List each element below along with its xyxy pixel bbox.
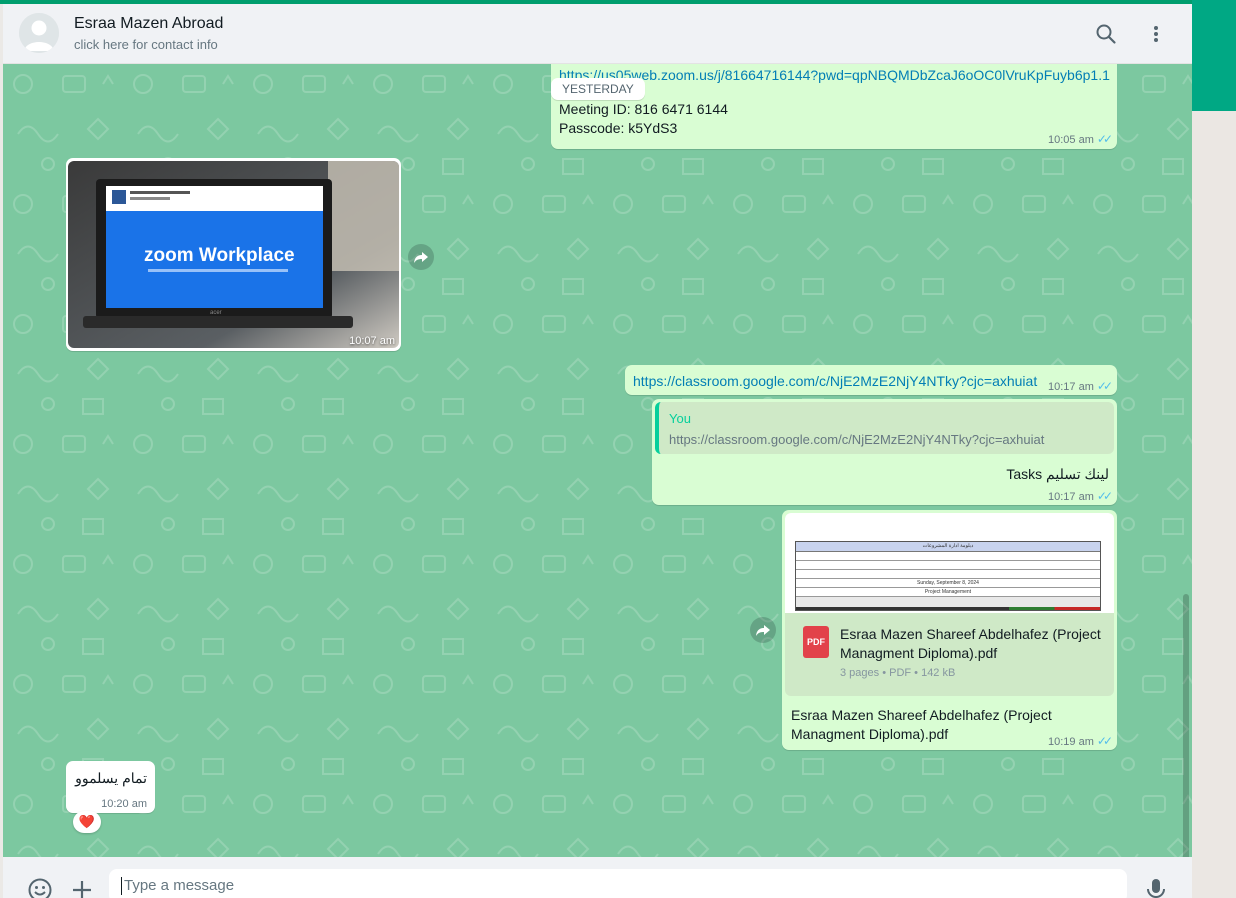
composer: Type a message — [3, 857, 1192, 898]
quoted-author: You — [669, 411, 691, 426]
message-input-placeholder: Type a message — [124, 877, 235, 894]
document-caption: Esraa Mazen Shareef Abdelhafez (Project … — [791, 707, 1052, 742]
photo-laptop-zoom[interactable]: zoom Workplace acer — [68, 161, 399, 348]
conversation-panel[interactable]: https://us05web.zoom.us/j/81664716144?pw… — [3, 64, 1192, 857]
laptop-brand: acer — [210, 310, 222, 316]
read-ticks-icon: ✓✓ — [1096, 489, 1113, 503]
pdf-file-icon: PDF — [803, 626, 829, 658]
quoted-message[interactable]: You https://classroom.google.com/c/NjE2M… — [655, 402, 1114, 454]
emoji-icon[interactable] — [27, 877, 53, 898]
chat-window: Esraa Mazen Abroad click here for contac… — [3, 4, 1192, 898]
preview-date: Sunday, September 8, 2024 — [796, 579, 1100, 588]
message-image[interactable]: zoom Workplace acer 10:07 am — [66, 158, 401, 351]
message-zoom-invite[interactable]: https://us05web.zoom.us/j/81664716144?pw… — [551, 64, 1117, 149]
scrollbar-thumb[interactable] — [1183, 594, 1189, 857]
message-time: 10:17 am ✓✓ — [1048, 489, 1113, 503]
message-time: 10:05 am ✓✓ — [1048, 132, 1113, 146]
document-card[interactable]: دبلومة ادارة المشروعات Sunday, September… — [785, 513, 1114, 696]
document-meta: 3 pages • PDF • 142 kB — [840, 667, 956, 679]
passcode: Passcode: k5YdS3 — [559, 120, 678, 136]
classroom-link[interactable]: https://classroom.google.com/c/NjE2MzE2N… — [633, 373, 1037, 389]
search-icon[interactable] — [1094, 22, 1118, 46]
side-panel — [1192, 111, 1236, 898]
contact-info-hint[interactable]: click here for contact info — [74, 37, 218, 52]
message-time: 10:19 am ✓✓ — [1048, 734, 1113, 748]
contact-name[interactable]: Esraa Mazen Abroad — [74, 15, 223, 33]
message-document[interactable]: دبلومة ادارة المشروعات Sunday, September… — [782, 510, 1117, 750]
forward-button[interactable] — [408, 244, 434, 270]
message-reply[interactable]: You https://classroom.google.com/c/NjE2M… — [652, 399, 1117, 505]
message-classroom-link[interactable]: https://classroom.google.com/c/NjE2MzE2N… — [625, 365, 1117, 395]
microphone-icon[interactable] — [1144, 877, 1168, 898]
message-time: 10:20 am — [101, 798, 147, 810]
reply-text: لينك تسليم Tasks — [1006, 466, 1109, 482]
chat-scrollbar[interactable] — [1181, 124, 1190, 857]
quoted-text: https://classroom.google.com/c/NjE2MzE2N… — [669, 432, 1045, 447]
document-file-name[interactable]: Esraa Mazen Shareef Abdelhafez (Project … — [840, 625, 1102, 663]
forward-button[interactable] — [750, 617, 776, 643]
text-caret — [121, 877, 122, 896]
message-input[interactable]: Type a message — [109, 869, 1127, 898]
message-thanks[interactable]: تمام يسلموو 10:20 am — [66, 761, 155, 813]
zoom-workplace-text: zoom Workplace — [144, 245, 295, 266]
meeting-id: Meeting ID: 816 6471 6144 — [559, 101, 728, 117]
read-ticks-icon: ✓✓ — [1096, 379, 1113, 393]
chat-header[interactable]: Esraa Mazen Abroad click here for contac… — [3, 4, 1192, 64]
preview-table: دبلومة ادارة المشروعات Sunday, September… — [795, 541, 1101, 611]
preview-title: دبلومة ادارة المشروعات — [796, 542, 1100, 552]
avatar[interactable] — [19, 13, 59, 53]
message-time: 10:07 am — [349, 335, 395, 347]
preview-subtitle: Project Management — [796, 588, 1100, 597]
read-ticks-icon: ✓✓ — [1096, 734, 1113, 748]
heart-reaction-icon[interactable]: ❤️ — [73, 811, 101, 833]
date-divider: YESTERDAY — [551, 78, 645, 100]
thanks-text: تمام يسلموو — [75, 770, 147, 786]
side-accent-panel — [1192, 0, 1236, 111]
plus-icon[interactable] — [69, 877, 95, 898]
default-avatar-icon — [19, 13, 59, 53]
read-ticks-icon: ✓✓ — [1096, 132, 1113, 146]
forward-icon — [756, 625, 770, 636]
message-time: 10:17 am ✓✓ — [1048, 379, 1113, 393]
menu-icon[interactable] — [1144, 22, 1168, 46]
forward-icon — [414, 252, 428, 263]
document-preview[interactable]: دبلومة ادارة المشروعات Sunday, September… — [785, 513, 1114, 613]
